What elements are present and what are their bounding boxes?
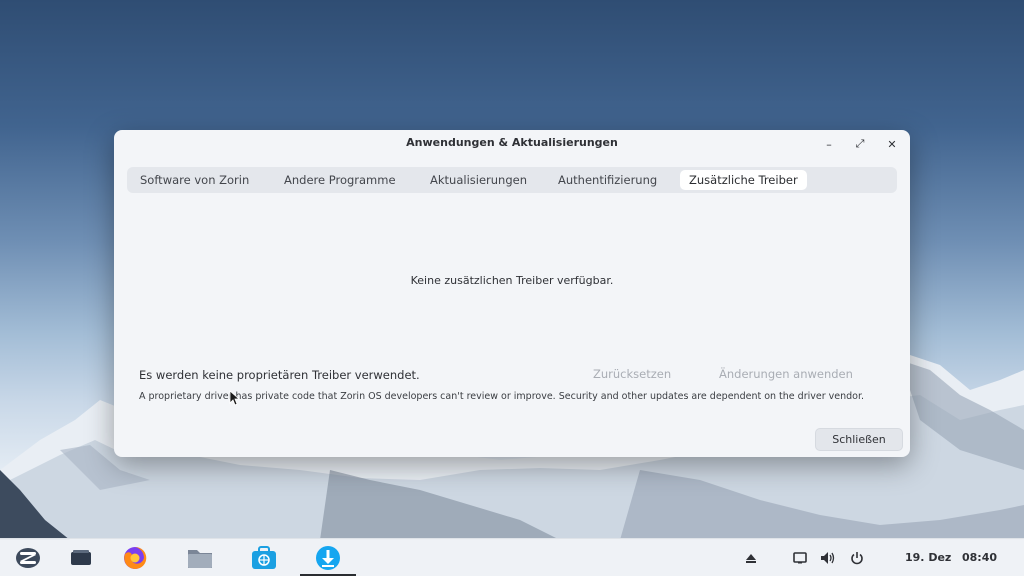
driver-status-text: Es werden keine proprietären Treiber ver…	[139, 368, 420, 382]
zorin-menu-icon[interactable]	[14, 545, 42, 571]
window-titlebar[interactable]: Anwendungen & Aktualisierungen – ⤢ ✕	[114, 130, 910, 158]
minimize-icon: –	[826, 137, 832, 151]
power-icon[interactable]	[849, 550, 865, 566]
close-button[interactable]: Schließen	[815, 428, 903, 451]
apply-changes-button[interactable]: Änderungen anwenden	[719, 367, 853, 381]
software-updates-window: Anwendungen & Aktualisierungen – ⤢ ✕ Sof…	[114, 130, 910, 457]
reset-button[interactable]: Zurücksetzen	[593, 367, 671, 381]
tab-authentifizierung[interactable]: Authentifizierung	[549, 170, 666, 190]
tab-zusaetzliche-treiber[interactable]: Zusätzliche Treiber	[680, 170, 807, 190]
volume-icon[interactable]	[820, 550, 836, 566]
maximize-icon: ⤢	[855, 137, 865, 150]
minimize-button[interactable]: –	[821, 136, 837, 152]
maximize-button[interactable]: ⤢	[852, 136, 868, 152]
software-updater-icon[interactable]	[314, 545, 342, 571]
close-window-button[interactable]: ✕	[884, 136, 900, 152]
display-icon[interactable]	[792, 550, 808, 566]
workspace-icon[interactable]	[67, 545, 95, 571]
clock-time[interactable]: 08:40	[962, 551, 997, 564]
eject-icon[interactable]	[743, 550, 759, 566]
window-title: Anwendungen & Aktualisierungen	[406, 136, 618, 149]
drivers-list-area: Keine zusätzlichen Treiber verfügbar.	[127, 193, 897, 353]
clock-date[interactable]: 19. Dez	[905, 551, 951, 564]
tab-andere-programme[interactable]: Andere Programme	[275, 170, 405, 190]
tab-bar: Software von Zorin Andere Programme Aktu…	[127, 167, 897, 193]
mouse-cursor-icon	[229, 390, 241, 406]
firefox-icon[interactable]	[121, 545, 149, 571]
tab-aktualisierungen[interactable]: Aktualisierungen	[421, 170, 536, 190]
tab-software-von-zorin[interactable]: Software von Zorin	[131, 170, 258, 190]
taskbar: 19. Dez 08:40	[0, 538, 1024, 576]
no-drivers-message: Keine zusätzlichen Treiber verfügbar.	[410, 274, 614, 287]
close-icon: ✕	[887, 137, 897, 151]
files-icon[interactable]	[186, 545, 214, 571]
software-store-icon[interactable]	[250, 545, 278, 571]
proprietary-driver-info: A proprietary driver has private code th…	[139, 391, 865, 402]
